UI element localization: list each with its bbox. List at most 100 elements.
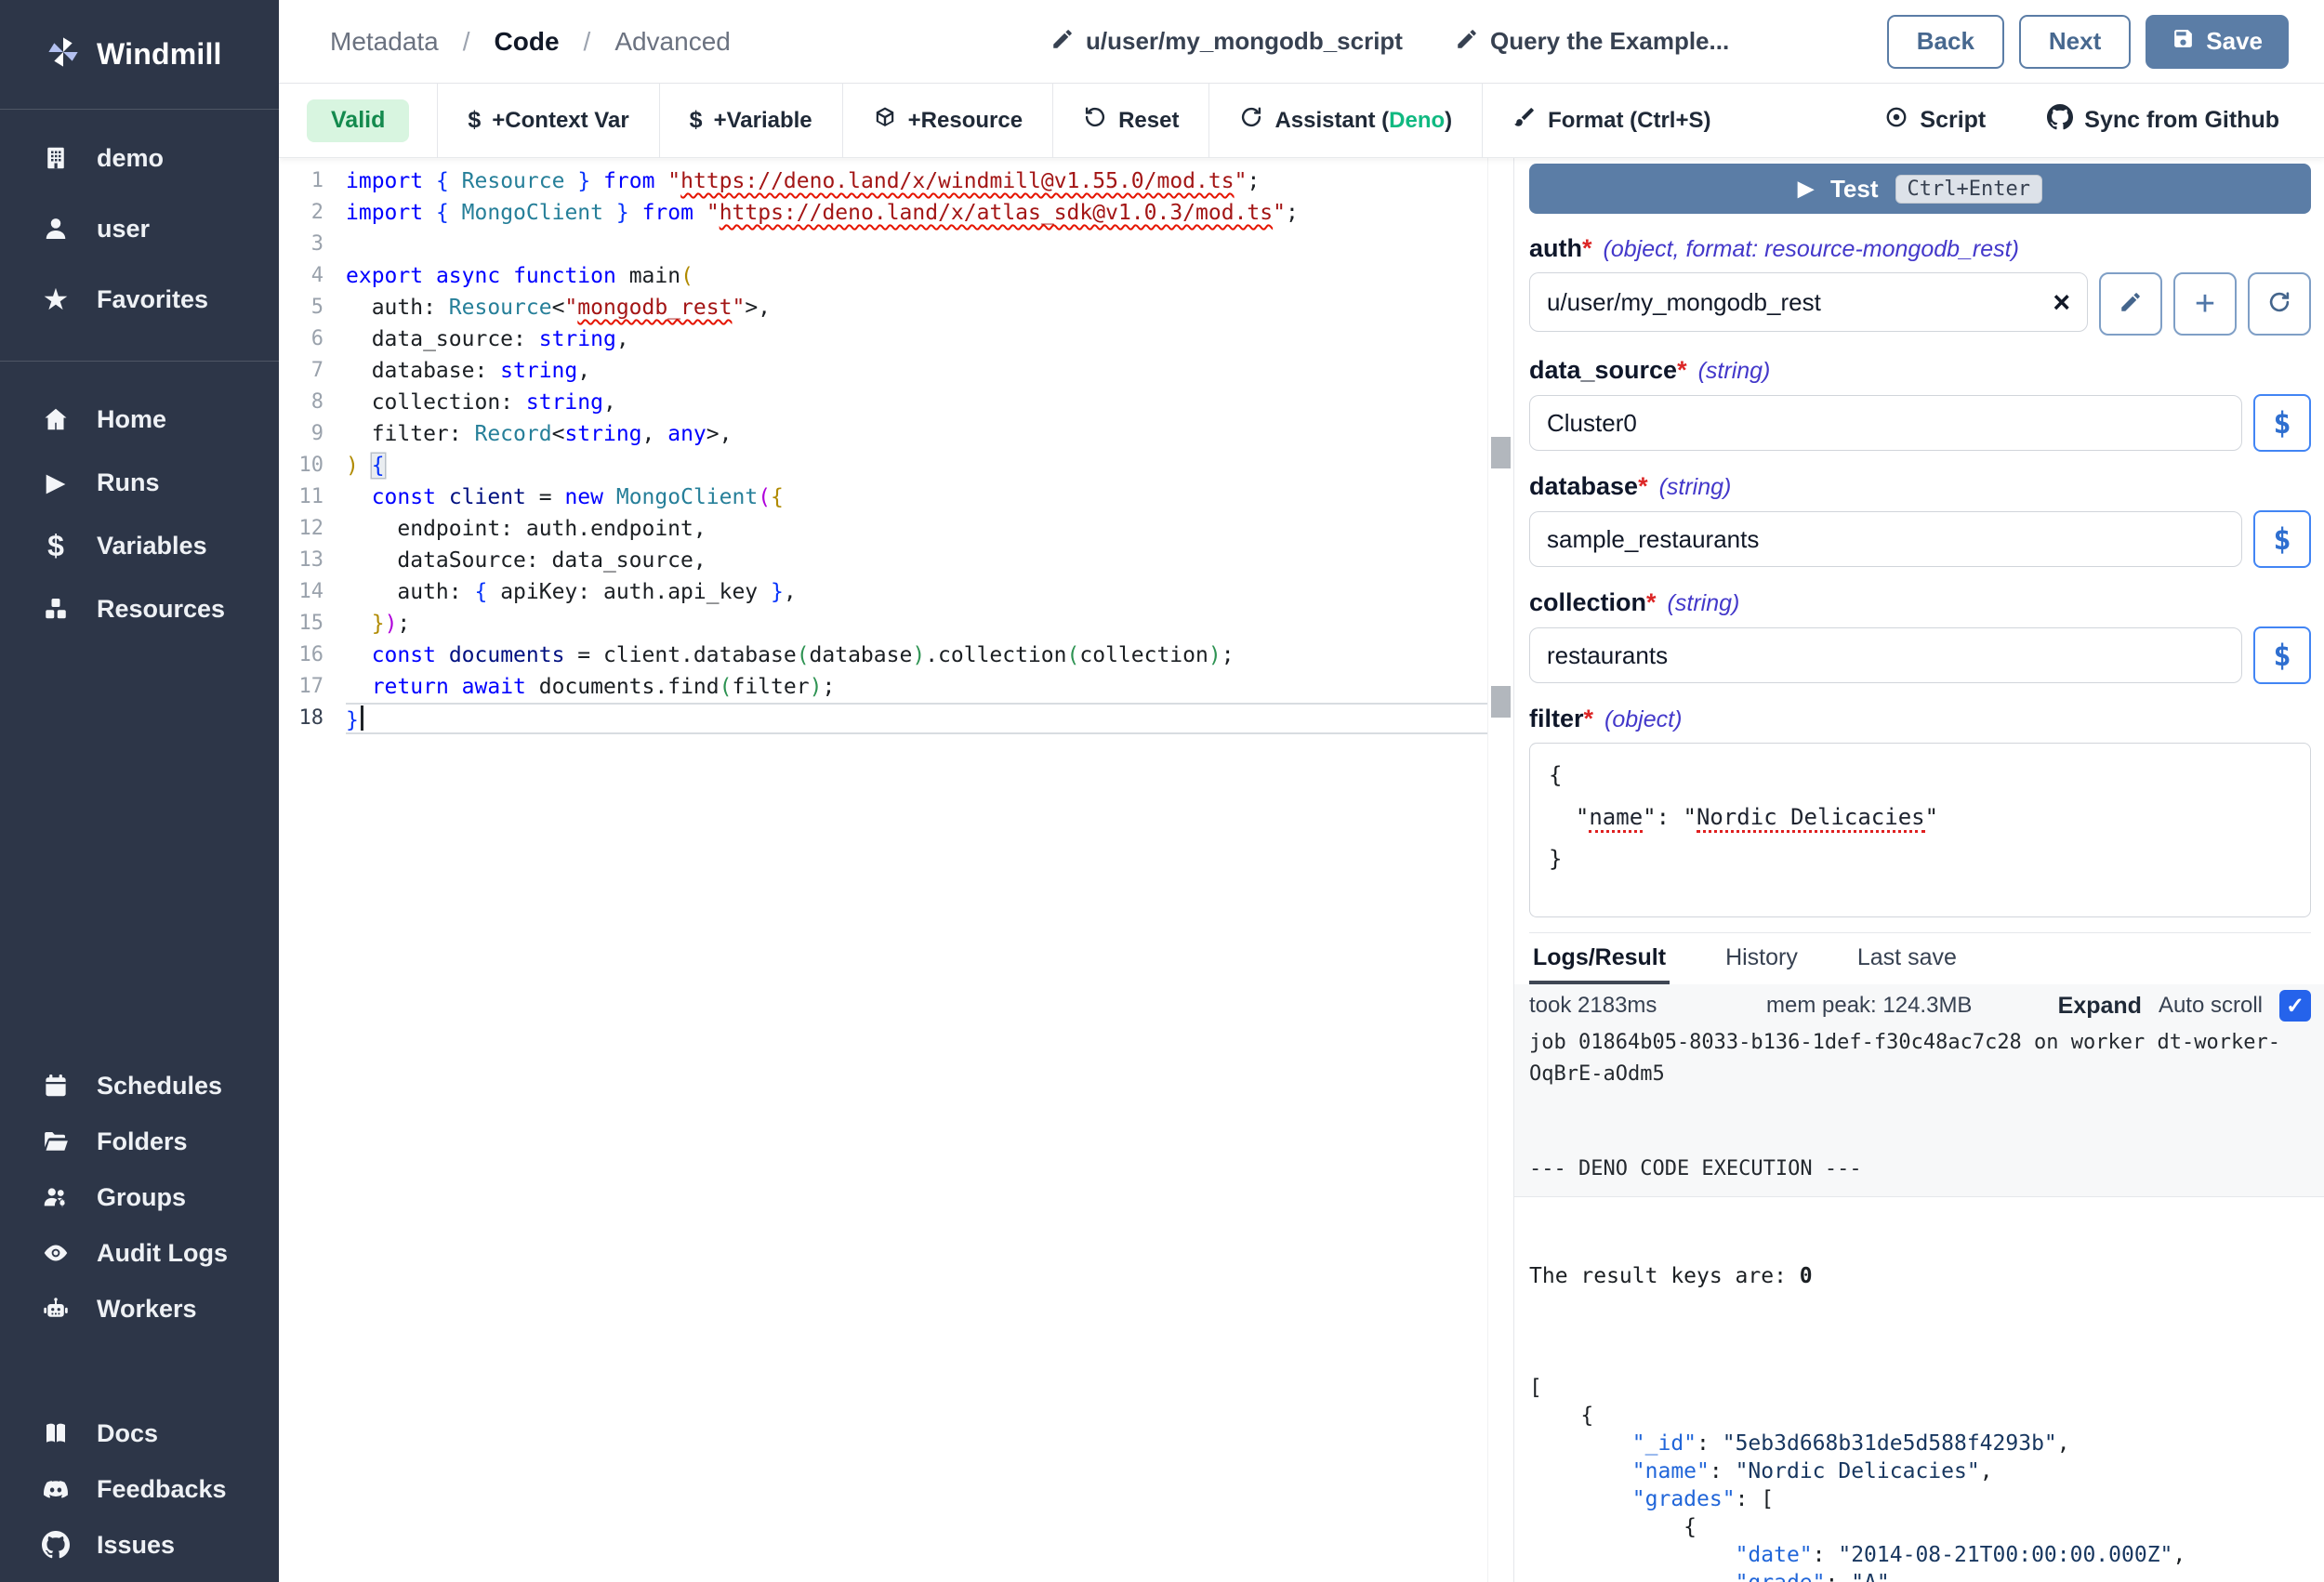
- dollar-icon: $: [468, 107, 481, 134]
- data-source-field-row: Cluster0 $: [1529, 394, 2311, 452]
- script-path-edit[interactable]: u/user/my_mongodb_script: [1050, 27, 1403, 56]
- robot-icon: [39, 1295, 73, 1323]
- sidebar-item-schedules[interactable]: Schedules: [0, 1058, 279, 1114]
- insert-variable-button[interactable]: $: [2253, 510, 2311, 568]
- sidebar-item-folders[interactable]: Folders: [0, 1114, 279, 1169]
- next-button[interactable]: Next: [2019, 15, 2131, 69]
- required-asterisk: *: [1582, 234, 1592, 263]
- data-source-value: Cluster0: [1547, 409, 2225, 438]
- sidebar-item-resources[interactable]: Resources: [0, 577, 279, 640]
- assistant-button[interactable]: Assistant (Deno): [1208, 84, 1482, 158]
- sidebar-admin-group: Schedules Folders Groups Audit Logs: [0, 1058, 279, 1337]
- play-icon: ▶: [39, 468, 73, 497]
- sidebar-divider: [0, 361, 279, 362]
- field-name: database: [1529, 472, 1638, 501]
- add-variable-button[interactable]: $ +Variable: [659, 84, 842, 158]
- sidebar-item-audit-logs[interactable]: Audit Logs: [0, 1225, 279, 1281]
- insert-variable-button[interactable]: $: [2253, 394, 2311, 452]
- logs-section: took 2183ms mem peak: 124.3MB Expand Aut…: [1514, 984, 2324, 1197]
- tab-logs-result[interactable]: Logs/Result: [1529, 933, 1670, 984]
- building-icon: [39, 144, 73, 172]
- data-source-input[interactable]: Cluster0: [1529, 395, 2242, 451]
- book-icon: [39, 1419, 73, 1447]
- star-icon: ★: [39, 282, 73, 317]
- script-summary: Query the Example...: [1490, 27, 1729, 56]
- valid-status-badge: Valid: [307, 99, 409, 142]
- refresh-resource-button[interactable]: [2248, 272, 2311, 336]
- sidebar-item-label: Resources: [97, 595, 225, 624]
- required-asterisk: *: [1677, 356, 1687, 385]
- github-icon: [2047, 104, 2073, 137]
- sidebar-item-user[interactable]: user: [0, 193, 279, 264]
- editor-scrollbar[interactable]: [1487, 158, 1513, 1582]
- sidebar-item-runs[interactable]: ▶ Runs: [0, 451, 279, 514]
- toolbar-right: Script Sync from Github: [1884, 104, 2324, 137]
- sidebar-item-variables[interactable]: $ Variables: [0, 514, 279, 577]
- tab-history[interactable]: History: [1722, 933, 1802, 984]
- sidebar-item-label: Variables: [97, 532, 207, 560]
- add-resource-inline-button[interactable]: +: [2173, 272, 2237, 336]
- clear-icon[interactable]: ×: [2053, 287, 2070, 317]
- assistant-label: Assistant (Deno): [1274, 108, 1452, 134]
- reset-icon: [1083, 105, 1107, 136]
- sidebar-item-docs[interactable]: Docs: [0, 1405, 279, 1461]
- test-label: Test: [1830, 175, 1879, 204]
- content-split: 123456789101112131415161718 import { Res…: [279, 158, 2324, 1582]
- overview-ruler-marker: [1491, 686, 1511, 718]
- save-button[interactable]: Save: [2146, 15, 2289, 69]
- database-input[interactable]: sample_restaurants: [1529, 511, 2242, 567]
- collection-value: restaurants: [1547, 641, 1668, 670]
- overview-ruler-marker: [1491, 437, 1511, 468]
- sync-refresh-icon: [1239, 105, 1263, 136]
- field-name: filter: [1529, 705, 1584, 733]
- cube-icon: [873, 105, 897, 136]
- groups-icon: [39, 1183, 73, 1211]
- format-label: Format (Ctrl+S): [1548, 108, 1710, 134]
- save-label: Save: [2206, 27, 2263, 56]
- collection-input[interactable]: restaurants: [1529, 627, 2242, 683]
- code-editor[interactable]: 123456789101112131415161718 import { Res…: [279, 158, 1513, 1582]
- auth-resource-input[interactable]: u/user/my_mongodb_rest ×: [1529, 272, 2088, 332]
- sidebar-nav-group: Home ▶ Runs $ Variables Resources: [0, 388, 279, 640]
- sidebar-item-issues[interactable]: Issues: [0, 1517, 279, 1573]
- insert-variable-button[interactable]: $: [2253, 626, 2311, 684]
- script-summary-edit[interactable]: Query the Example...: [1455, 27, 1729, 56]
- save-icon: [2172, 27, 2195, 57]
- result-key-count: 0: [1800, 1264, 1813, 1288]
- sync-from-github-label: Sync from Github: [2084, 107, 2279, 134]
- sidebar-item-workers[interactable]: Workers: [0, 1281, 279, 1337]
- test-button[interactable]: ▶ Test Ctrl+Enter: [1529, 164, 2311, 214]
- back-button[interactable]: Back: [1887, 15, 2004, 69]
- sidebar-item-label: demo: [97, 144, 164, 173]
- github-icon: [39, 1531, 73, 1559]
- breadcrumb-advanced[interactable]: Advanced: [614, 27, 731, 57]
- expand-button[interactable]: Expand: [2058, 993, 2142, 1020]
- edit-resource-button[interactable]: [2099, 272, 2162, 336]
- brush-icon: [1512, 105, 1537, 136]
- cubes-icon: [39, 595, 73, 623]
- breadcrumb-metadata[interactable]: Metadata: [330, 27, 439, 57]
- sync-from-github-button[interactable]: Sync from Github: [2047, 104, 2279, 137]
- add-context-var-button[interactable]: $ +Context Var: [437, 84, 658, 158]
- sidebar-item-feedbacks[interactable]: Feedbacks: [0, 1461, 279, 1517]
- auth-field-row: u/user/my_mongodb_rest × +: [1529, 272, 2311, 336]
- breadcrumb-code[interactable]: Code: [495, 27, 560, 57]
- sidebar-item-favorites[interactable]: ★ Favorites: [0, 264, 279, 335]
- sidebar-item-home[interactable]: Home: [0, 388, 279, 451]
- sidebar-item-groups[interactable]: Groups: [0, 1169, 279, 1225]
- format-button[interactable]: Format (Ctrl+S): [1482, 84, 1740, 158]
- calendar-icon: [39, 1072, 73, 1100]
- script-kind-button[interactable]: Script: [1884, 105, 1986, 136]
- topbar-actions: Back Next Save: [1887, 0, 2289, 83]
- tab-last-save[interactable]: Last save: [1854, 933, 1961, 984]
- autoscroll-checkbox[interactable]: ✓: [2279, 990, 2311, 1022]
- field-type-annotation: (string): [1659, 474, 1732, 501]
- filter-json-editor[interactable]: { "name": "Nordic Delicacies"}: [1529, 743, 2311, 917]
- data-source-field-label: data_source* (string): [1529, 356, 2311, 385]
- filter-field-label: filter* (object): [1529, 705, 2311, 733]
- field-type-annotation: (object, format: resource-mongodb_rest): [1604, 236, 2019, 263]
- reset-button[interactable]: Reset: [1052, 84, 1208, 158]
- sidebar-item-workspace-demo[interactable]: demo: [0, 123, 279, 193]
- brand-name: Windmill: [97, 37, 222, 72]
- add-resource-button[interactable]: +Resource: [842, 84, 1052, 158]
